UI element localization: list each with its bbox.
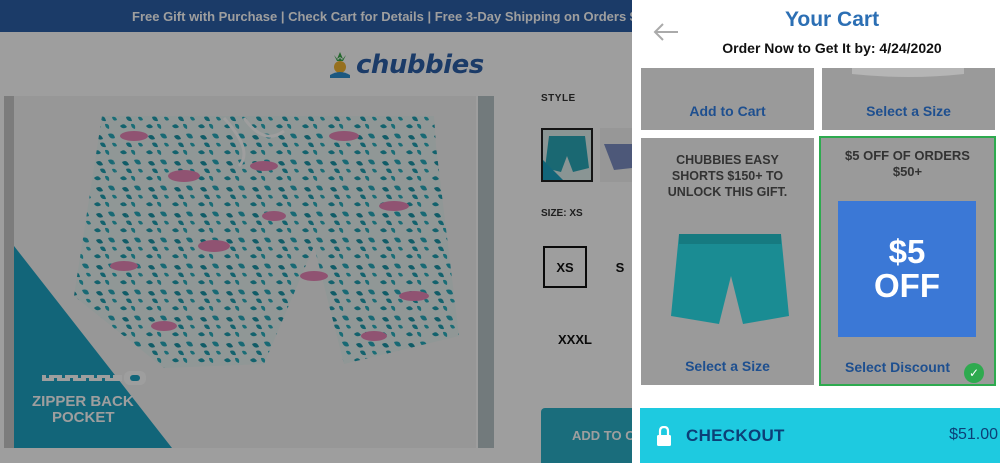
- checkout-label: CHECKOUT: [686, 426, 785, 445]
- gift-card-top-right: Select a Size: [822, 68, 995, 130]
- teal-shorts-image: [671, 234, 789, 324]
- checkout-button[interactable]: CHECKOUT $51.00: [640, 408, 1000, 463]
- discount-card[interactable]: $5 OFF OF ORDERS $50+ $5 OFF Select Disc…: [819, 136, 996, 386]
- card-add-to-cart-button[interactable]: Add to Cart: [641, 103, 814, 119]
- checkout-total: $51.00: [949, 426, 998, 443]
- checkmark-icon: ✓: [964, 363, 984, 383]
- cart-header: Your Cart Order Now to Get It by: 4/24/2…: [632, 0, 1000, 68]
- gift-item-thumbnail: [852, 68, 964, 77]
- gift-description: CHUBBIES EASY SHORTS $150+ TO UNLOCK THI…: [667, 153, 788, 199]
- cart-drawer: Your Cart Order Now to Get It by: 4/24/2…: [632, 0, 1000, 463]
- select-discount-button[interactable]: Select Discount: [811, 359, 984, 375]
- discount-description: $5 OFF OF ORDERS $50+: [845, 148, 970, 179]
- gift-card-easy-shorts: CHUBBIES EASY SHORTS $150+ TO UNLOCK THI…: [641, 138, 814, 385]
- order-by-date: Order Now to Get It by: 4/24/2020: [722, 40, 942, 56]
- gift-select-size-button[interactable]: Select a Size: [641, 358, 814, 374]
- card-select-size-button[interactable]: Select a Size: [822, 103, 995, 119]
- gift-card-top-left: Add to Cart: [641, 68, 814, 130]
- discount-amount: $5: [888, 233, 926, 270]
- cart-title: Your Cart: [784, 8, 880, 31]
- lock-icon: [656, 425, 672, 446]
- discount-tile: $5 OFF: [838, 201, 976, 337]
- discount-off: OFF: [874, 267, 940, 304]
